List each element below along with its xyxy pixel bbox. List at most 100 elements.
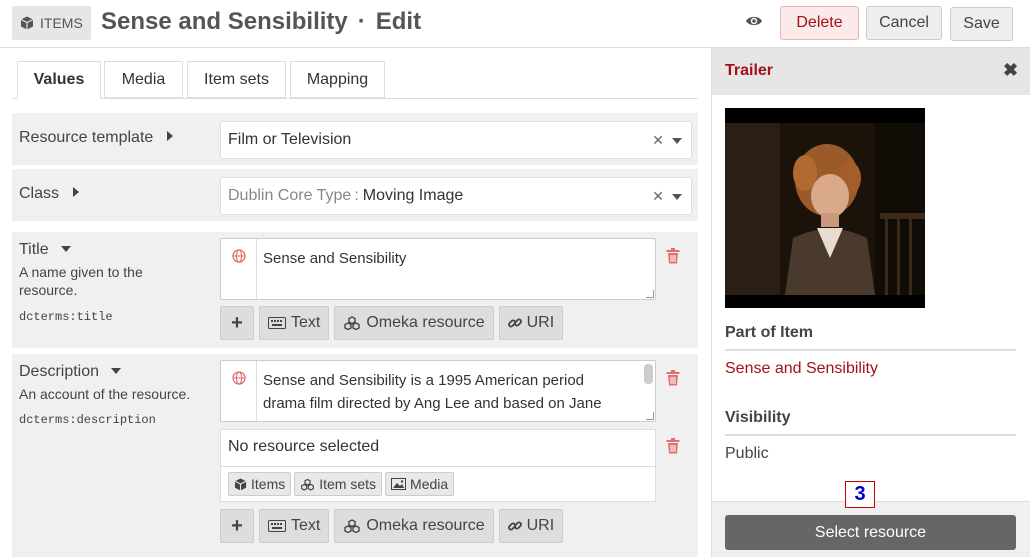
select-item-sets-label: Item sets <box>319 476 377 492</box>
add-uri-label: URI <box>526 314 555 331</box>
link-icon <box>507 521 522 531</box>
top-bar: ITEMS Sense and Sensibility · Edit Delete … <box>0 0 1030 48</box>
chevron-down-icon[interactable] <box>672 138 682 144</box>
cancel-button[interactable]: Cancel <box>866 6 942 40</box>
description-value-text: Sense and Sensibility is a 1995 American… <box>263 369 602 415</box>
resource-template-row: Resource template Film or Television ✕ <box>12 113 698 165</box>
class-select[interactable]: Dublin Core Type: Moving Image ✕ <box>220 177 692 215</box>
add-value-button[interactable]: + <box>220 509 254 543</box>
add-omeka-label: Omeka resource <box>366 314 485 331</box>
select-item-sets-button[interactable]: Item sets <box>294 472 383 496</box>
visibility-heading: Visibility <box>725 409 791 426</box>
description-label-text: Description <box>19 363 100 380</box>
cube-icon <box>234 477 247 491</box>
title-separator: · <box>357 8 366 35</box>
image-icon <box>391 478 407 490</box>
add-text-label: Text <box>291 314 321 331</box>
select-media-label: Media <box>410 476 449 492</box>
clear-icon[interactable]: ✕ <box>652 132 664 149</box>
save-button[interactable]: Save <box>950 7 1013 41</box>
add-omeka-resource-button[interactable]: Omeka resource <box>334 306 494 340</box>
add-uri-button[interactable]: URI <box>498 509 564 543</box>
title-value-input[interactable]: Sense and Sensibility <box>220 238 656 300</box>
sidebar-title: Trailer <box>725 62 774 79</box>
resource-template-value: Film or Television <box>228 131 352 148</box>
eye-icon[interactable] <box>745 14 763 33</box>
description-property-label[interactable]: Description <box>19 363 122 381</box>
add-value-button[interactable]: + <box>220 306 254 340</box>
add-text-label: Text <box>291 517 321 534</box>
items-label: ITEMS <box>40 15 83 31</box>
description-term: dcterms:description <box>19 413 156 427</box>
sidebar-header: Trailer ✖ <box>712 48 1030 95</box>
tab-mapping[interactable]: Mapping <box>290 61 385 98</box>
part-of-item-link[interactable]: Sense and Sensibility <box>725 360 878 378</box>
cubes-icon <box>344 316 361 330</box>
resource-template-label-text: Resource template <box>19 129 154 146</box>
cubes-icon <box>301 478 315 491</box>
part-of-item-heading: Part of Item <box>725 324 814 341</box>
chevron-down-icon[interactable] <box>672 194 682 200</box>
trash-icon[interactable] <box>666 248 680 269</box>
resize-handle[interactable] <box>646 290 654 298</box>
divider <box>725 349 1016 351</box>
tab-media[interactable]: Media <box>104 61 183 98</box>
cubes-icon <box>344 519 361 533</box>
description-property-row: Description An account of the resource. … <box>12 354 698 557</box>
delete-button[interactable]: Delete <box>780 6 859 40</box>
language-globe-icon[interactable] <box>221 361 257 421</box>
title-term: dcterms:title <box>19 310 113 324</box>
class-separator: : <box>354 187 359 204</box>
title-property-description: A name given to the resource. <box>19 263 143 299</box>
divider <box>725 434 1016 436</box>
description-property-description: An account of the resource. <box>19 386 191 402</box>
description-value-input[interactable]: Sense and Sensibility is a 1995 American… <box>220 360 656 422</box>
class-label[interactable]: Class <box>19 185 80 203</box>
resource-template-select[interactable]: Film or Television ✕ <box>220 121 692 159</box>
media-thumbnail[interactable] <box>725 108 925 308</box>
scrollbar[interactable] <box>644 364 653 384</box>
section-tabs: Values Media Item sets Mapping <box>12 61 698 99</box>
select-items-button[interactable]: Items <box>228 472 292 496</box>
add-text-button[interactable]: Text <box>259 509 330 543</box>
select-resource-button[interactable]: Select resource <box>725 515 1016 550</box>
add-omeka-label: Omeka resource <box>366 517 485 534</box>
trash-icon[interactable] <box>666 438 680 459</box>
expand-right-icon <box>73 187 80 197</box>
collapse-down-icon <box>111 368 122 374</box>
description-add-value-bar: + Text Omeka resource URI <box>220 509 564 543</box>
title-desc-line-2: resource. <box>19 282 78 298</box>
title-label-text: Title <box>19 241 49 258</box>
close-icon[interactable]: ✖ <box>1003 60 1018 81</box>
add-omeka-resource-button[interactable]: Omeka resource <box>334 509 494 543</box>
add-text-button[interactable]: Text <box>259 306 330 340</box>
title-add-value-bar: + Text Omeka resource URI <box>220 306 564 340</box>
no-resource-text: No resource selected <box>228 438 380 455</box>
select-items-label: Items <box>251 476 286 492</box>
tab-values[interactable]: Values <box>17 61 101 99</box>
title-property-row: Title A name given to the resource. dcte… <box>12 232 698 348</box>
collapse-down-icon <box>60 246 71 252</box>
resize-handle[interactable] <box>646 412 654 420</box>
clear-icon[interactable]: ✕ <box>652 188 664 205</box>
select-media-button[interactable]: Media <box>385 472 455 496</box>
trash-icon[interactable] <box>666 370 680 391</box>
add-uri-button[interactable]: URI <box>498 306 564 340</box>
items-breadcrumb[interactable]: ITEMS <box>12 6 91 40</box>
keyboard-icon <box>268 317 286 329</box>
tab-item-sets[interactable]: Item sets <box>187 61 286 98</box>
description-line-1: Sense and Sensibility is a 1995 American… <box>263 372 585 389</box>
language-globe-icon[interactable] <box>221 239 257 299</box>
class-label-text: Class <box>19 185 60 202</box>
cube-icon <box>20 16 34 30</box>
class-value: Moving Image <box>362 187 464 204</box>
title-property-label[interactable]: Title <box>19 241 71 259</box>
expand-right-icon <box>167 131 174 141</box>
class-row: Class Dublin Core Type: Moving Image ✕ <box>12 169 698 221</box>
step-marker: 3 <box>845 481 875 508</box>
title-value-text: Sense and Sensibility <box>263 250 407 267</box>
class-vocab-prefix: Dublin Core Type <box>228 187 352 204</box>
add-uri-label: URI <box>526 517 555 534</box>
sidebar-footer: Select resource <box>712 501 1030 557</box>
resource-template-label[interactable]: Resource template <box>19 129 174 147</box>
